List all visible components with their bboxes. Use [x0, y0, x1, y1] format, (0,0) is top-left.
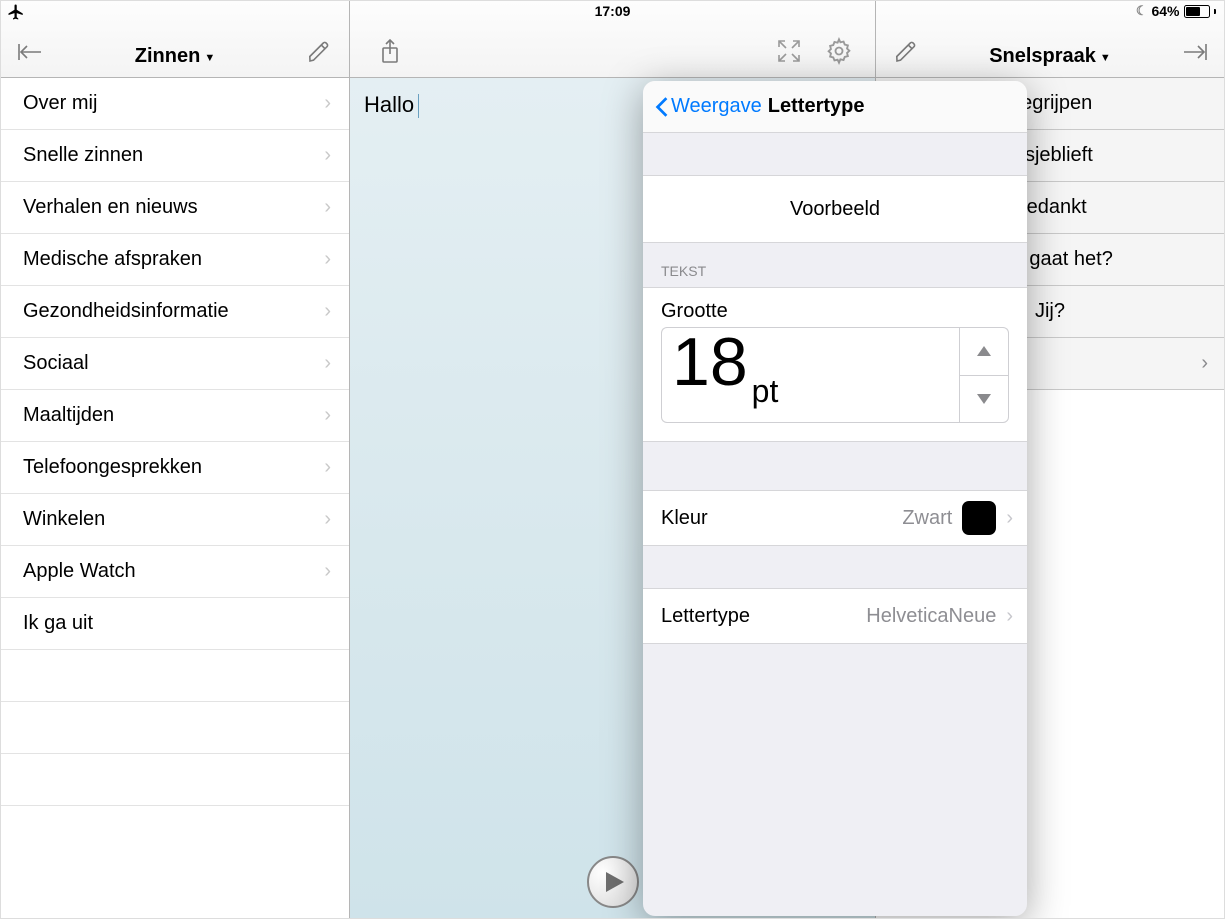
edit-right-icon[interactable]: [890, 36, 922, 68]
font-row[interactable]: Lettertype HelveticaNeue ›: [643, 588, 1027, 644]
text-cursor: [418, 94, 419, 118]
size-display: 18 pt: [661, 327, 959, 423]
left-list-item[interactable]: Sociaal ›: [1, 338, 349, 390]
empty-row: [1, 754, 349, 806]
left-panel: Zinnen ▼ Over mij›Snelle zinnen›Verhalen…: [1, 1, 350, 918]
collapse-right-icon[interactable]: [1178, 36, 1210, 68]
status-time: 17:09: [595, 3, 631, 19]
color-label: Kleur: [661, 507, 708, 530]
chevron-right-icon: ›: [324, 456, 331, 479]
chevron-right-icon: ›: [324, 560, 331, 583]
size-unit: pt: [752, 373, 779, 410]
do-not-disturb-icon: ☾: [1136, 3, 1148, 19]
battery-icon: [1184, 5, 1210, 18]
left-title-label: Zinnen: [135, 45, 201, 68]
size-label: Grootte: [661, 300, 1009, 323]
airplane-mode-icon: [7, 3, 25, 24]
chevron-right-icon: ›: [324, 92, 331, 115]
chevron-right-icon: ›: [324, 300, 331, 323]
back-button[interactable]: Weergave: [655, 95, 762, 118]
list-item-label: Snelle zinnen: [23, 144, 143, 167]
list-item-label: Winkelen: [23, 508, 105, 531]
chevron-right-icon: ›: [324, 404, 331, 427]
chevron-right-icon: ›: [324, 352, 331, 375]
font-settings-popover: Weergave Lettertype Voorbeeld Tekst Groo…: [643, 81, 1027, 916]
left-list-item[interactable]: Maaltijden ›: [1, 390, 349, 442]
chevron-right-icon: ›: [324, 144, 331, 167]
play-button[interactable]: [587, 856, 639, 908]
chevron-right-icon: ›: [324, 508, 331, 531]
font-size-row: Grootte 18 pt: [643, 287, 1027, 442]
color-swatch: [962, 501, 996, 535]
chevron-right-icon: ›: [324, 196, 331, 219]
chevron-right-icon: ›: [1006, 605, 1013, 628]
caret-down-icon: ▼: [1100, 52, 1111, 64]
chevron-right-icon: ›: [1201, 352, 1208, 375]
list-item-label: Telefoongesprekken: [23, 456, 202, 479]
status-bar: 17:09 ☾ 64%: [1, 1, 1224, 25]
left-list-item[interactable]: Winkelen ›: [1, 494, 349, 546]
font-preview-text: Voorbeeld: [790, 198, 880, 221]
popover-title: Lettertype: [768, 95, 865, 118]
left-list-item[interactable]: Medische afspraken ›: [1, 234, 349, 286]
font-label: Lettertype: [661, 605, 750, 628]
edit-left-icon[interactable]: [303, 36, 335, 68]
section-label: Tekst: [643, 243, 1027, 287]
empty-row: [1, 650, 349, 702]
caret-down-icon: ▼: [204, 52, 215, 64]
stepper-down-button[interactable]: [959, 375, 1009, 424]
list-item-label: Medische afspraken: [23, 248, 202, 271]
empty-row: [1, 702, 349, 754]
gear-icon[interactable]: [823, 35, 855, 67]
left-list-item[interactable]: Telefoongesprekken ›: [1, 442, 349, 494]
chevron-right-icon: ›: [1006, 507, 1013, 530]
left-list-item[interactable]: Apple Watch ›: [1, 546, 349, 598]
back-label: Weergave: [671, 95, 762, 118]
battery-percent: 64%: [1151, 3, 1179, 19]
right-title-dropdown[interactable]: Snelspraak ▼: [989, 45, 1111, 68]
compose-text: Hallo: [364, 92, 414, 117]
list-item-label: Gezondheidsinformatie: [23, 300, 229, 323]
list-item-label: Verhalen en nieuws: [23, 196, 198, 219]
color-value: Zwart: [902, 507, 952, 530]
left-list-item[interactable]: Verhalen en nieuws ›: [1, 182, 349, 234]
left-list-item[interactable]: Gezondheidsinformatie ›: [1, 286, 349, 338]
list-item-label: Maaltijden: [23, 404, 114, 427]
list-item-label: Over mij: [23, 92, 97, 115]
font-value: HelveticaNeue: [866, 605, 996, 628]
color-row[interactable]: Kleur Zwart ›: [643, 490, 1027, 546]
list-item-label: Ik ga uit: [23, 612, 93, 635]
font-preview-row: Voorbeeld: [643, 175, 1027, 243]
left-list: Over mij›Snelle zinnen›Verhalen en nieuw…: [1, 78, 349, 918]
list-item-label: Apple Watch: [23, 560, 136, 583]
left-list-item[interactable]: Snelle zinnen ›: [1, 130, 349, 182]
size-value: 18: [672, 328, 748, 396]
left-list-item[interactable]: Ik ga uit: [1, 598, 349, 650]
collapse-left-icon[interactable]: [15, 36, 47, 68]
left-list-item[interactable]: Over mij ›: [1, 78, 349, 130]
list-item-label: Jij?: [1035, 300, 1065, 323]
list-item-label: Sociaal: [23, 352, 89, 375]
fullscreen-icon[interactable]: [773, 35, 805, 67]
right-title-label: Snelspraak: [989, 45, 1096, 68]
share-icon[interactable]: [374, 35, 406, 67]
left-title-dropdown[interactable]: Zinnen ▼: [135, 45, 215, 68]
popover-header: Weergave Lettertype: [643, 81, 1027, 133]
stepper-up-button[interactable]: [959, 327, 1009, 375]
chevron-right-icon: ›: [324, 248, 331, 271]
